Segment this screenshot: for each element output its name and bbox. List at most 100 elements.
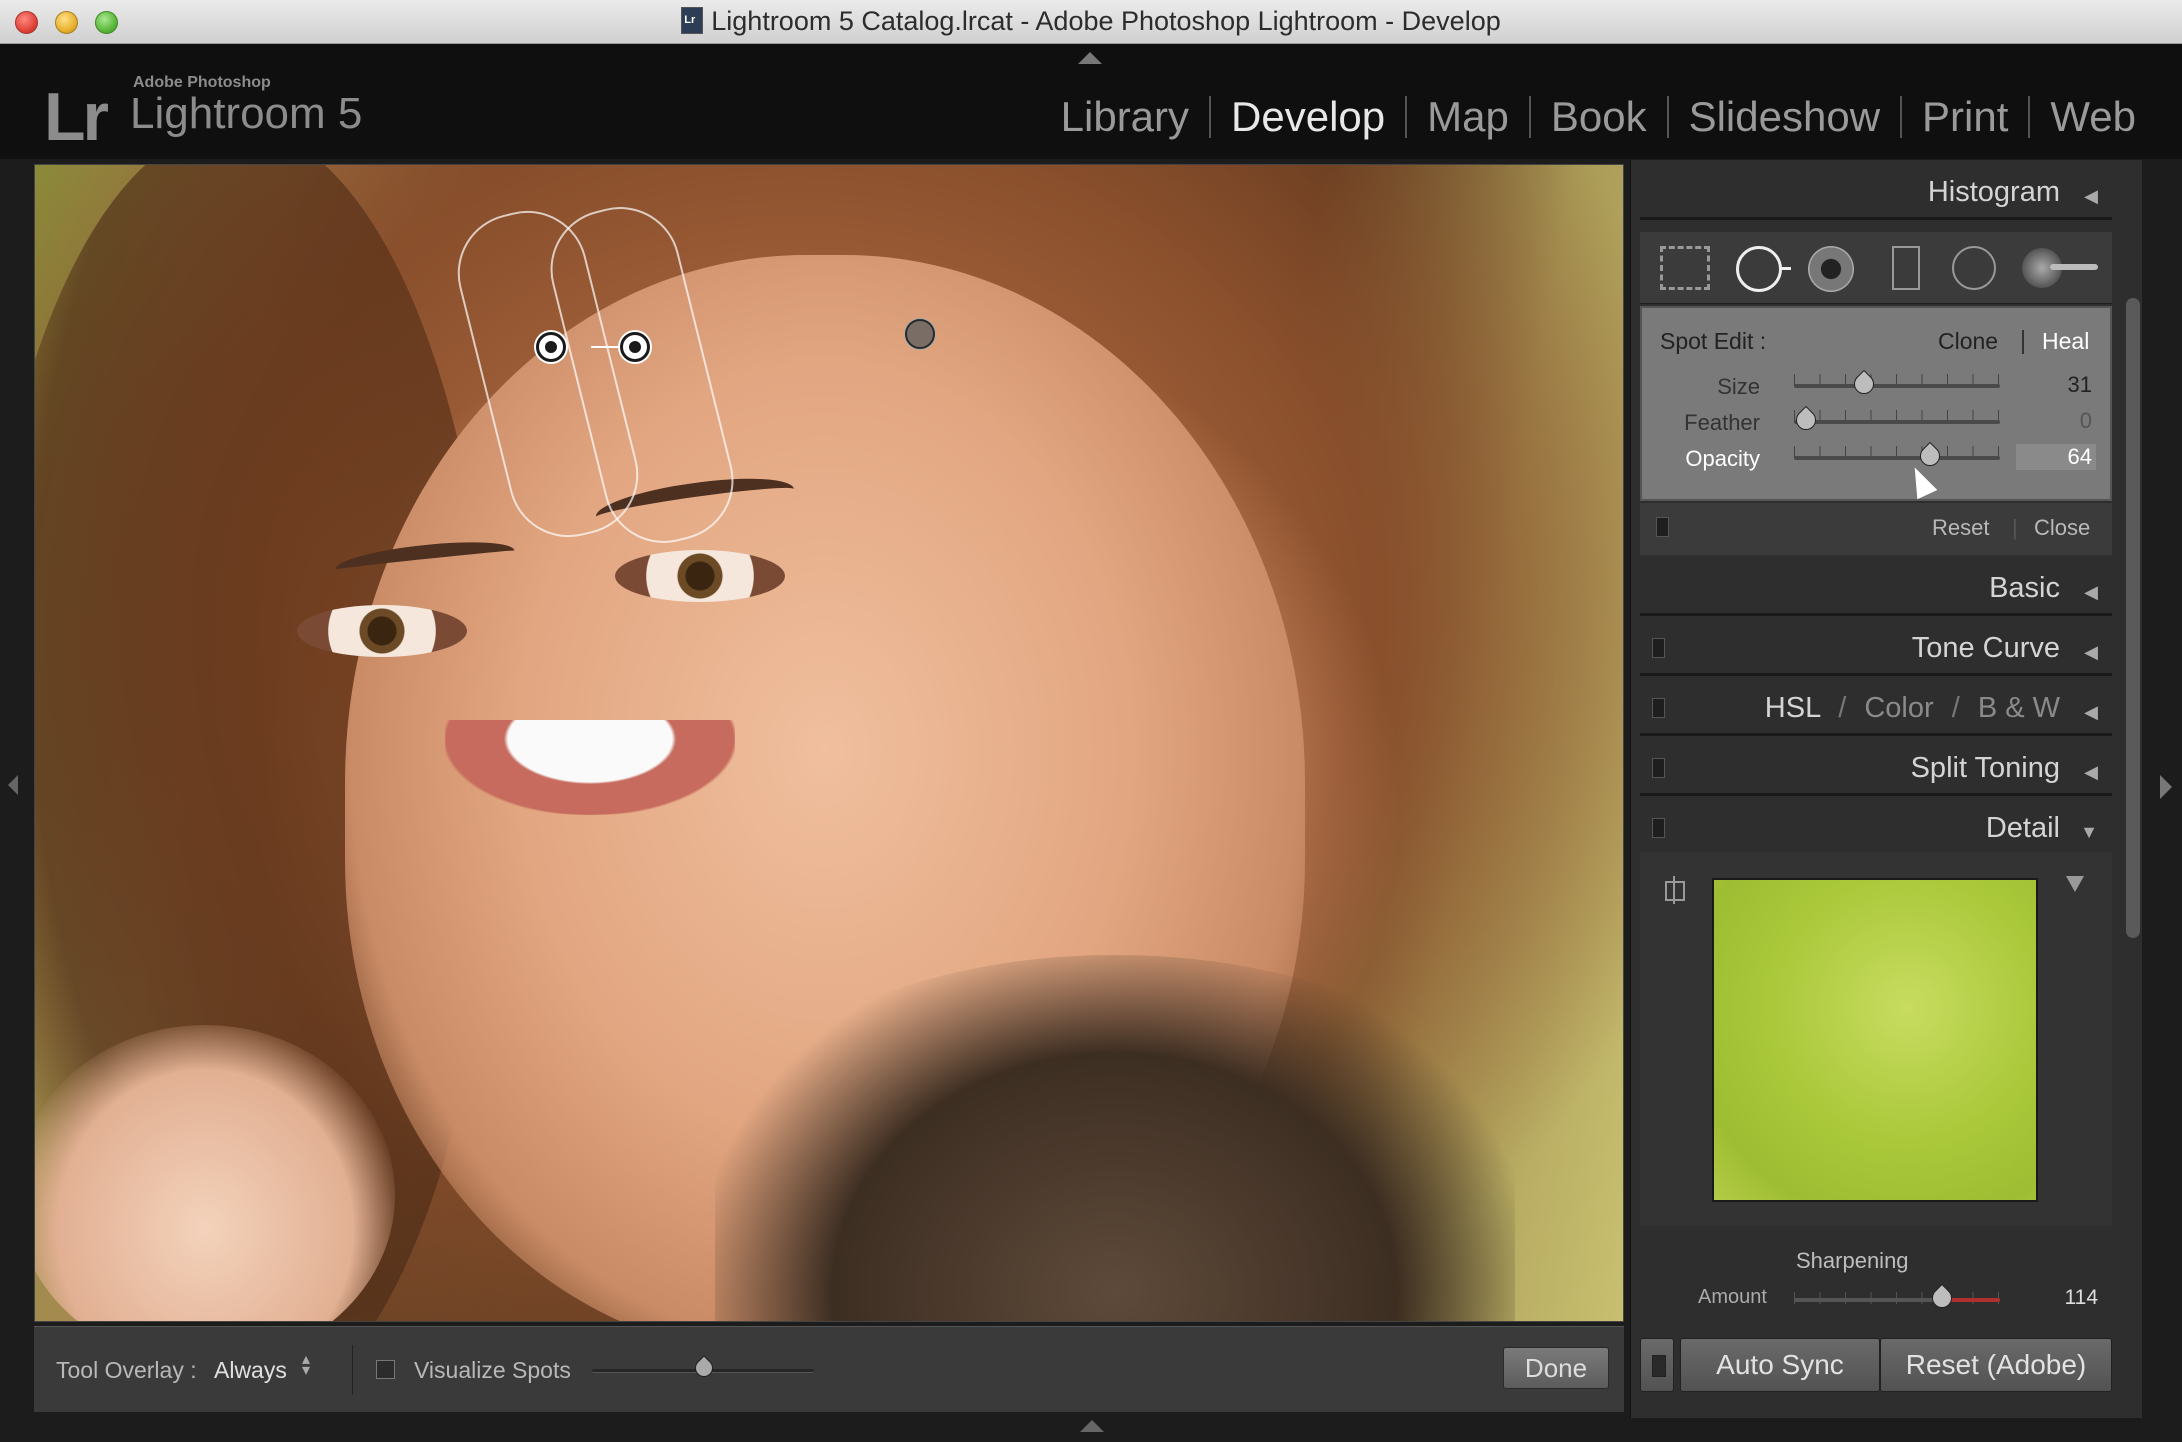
spot-pin-target[interactable] — [620, 332, 650, 362]
basic-header[interactable]: Basic ◀ — [1640, 560, 2112, 616]
tool-overlay-select[interactable]: Always — [214, 1357, 287, 1384]
panel-switch-toggle[interactable] — [1656, 517, 1669, 537]
amount-label: Amount — [1698, 1286, 1767, 1308]
tab-hsl[interactable]: HSL — [1765, 692, 1820, 724]
collapse-triangle-icon[interactable]: ◀ — [2084, 702, 2098, 723]
tone-curve-header[interactable]: Tone Curve ◀ — [1640, 620, 2112, 676]
histogram-title: Histogram — [1927, 176, 2060, 208]
toolbar-divider — [352, 1345, 353, 1395]
visualize-spots-label: Visualize Spots — [414, 1357, 571, 1383]
module-slideshow[interactable]: Slideshow — [1669, 93, 1900, 141]
feather-slider[interactable] — [1794, 420, 2000, 424]
graduated-filter-icon[interactable] — [1892, 246, 1920, 290]
size-value[interactable]: 31 — [2016, 372, 2096, 398]
photo-smile — [445, 720, 735, 815]
visualize-spots-checkbox[interactable] — [376, 1360, 395, 1379]
split-toning-switch[interactable] — [1652, 758, 1665, 778]
module-print[interactable]: Print — [1902, 93, 2028, 141]
split-toning-title: Split Toning — [1910, 752, 2060, 784]
collapse-triangle-icon[interactable]: ◀ — [2084, 582, 2098, 603]
opacity-label: Opacity — [1685, 446, 1760, 471]
spot-edit-panel: Spot Edit : Clone Heal Size 31 Feather 0… — [1640, 306, 2112, 501]
detail-header[interactable]: Detail ▼ — [1640, 800, 2112, 856]
basic-title: Basic — [1989, 572, 2060, 604]
updown-arrows-icon[interactable]: ▴ ▾ — [302, 1352, 310, 1379]
tool-strip — [1640, 232, 2112, 304]
module-library[interactable]: Library — [1041, 93, 1209, 141]
sharpening-title: Sharpening — [1796, 1248, 1909, 1273]
visualize-threshold-slider[interactable] — [592, 1355, 814, 1381]
panel-bottom-bar: Auto Sync Reset (Adobe) — [1640, 1338, 2112, 1398]
heal-mode-button[interactable]: Heal — [2042, 328, 2089, 355]
opacity-value[interactable]: 64 — [2016, 444, 2096, 470]
window-title-wrap: Lightroom 5 Catalog.lrcat - Adobe Photos… — [0, 6, 2182, 37]
tab-color[interactable]: Color — [1864, 692, 1933, 724]
done-button[interactable]: Done — [1503, 1347, 1609, 1389]
auto-sync-button[interactable]: Auto Sync — [1680, 1338, 1880, 1392]
expanded-triangle-icon[interactable]: ▼ — [2080, 822, 2098, 843]
mode-divider — [2022, 330, 2024, 354]
preview-toggle-triangle-icon[interactable] — [2066, 876, 2084, 892]
module-book[interactable]: Book — [1531, 93, 1667, 141]
tone-curve-title: Tone Curve — [1911, 632, 2060, 664]
right-panel-scrollbar[interactable] — [2126, 298, 2140, 938]
tab-separator: / — [1951, 692, 1960, 724]
lightroom-logo: Lr — [44, 79, 109, 155]
module-map[interactable]: Map — [1407, 93, 1529, 141]
spot-edit-footer: Reset | Close — [1640, 503, 2112, 555]
catalog-document-icon — [681, 7, 704, 34]
reset-adobe-button[interactable]: Reset (Adobe) — [1880, 1338, 2112, 1392]
size-slider[interactable] — [1794, 384, 2000, 388]
collapse-triangle-icon[interactable]: ◀ — [2084, 642, 2098, 663]
tab-separator: / — [1838, 692, 1847, 724]
detail-switch[interactable] — [1652, 818, 1665, 838]
tool-overlay-label: Tool Overlay : — [56, 1357, 197, 1383]
mouse-cursor-icon — [1904, 462, 1938, 500]
expand-filmstrip-icon[interactable] — [1080, 1420, 1104, 1432]
hsl-header[interactable]: HSL / Color / B & W ◀ — [1640, 680, 2112, 736]
opacity-slider[interactable] — [1794, 456, 2000, 460]
module-web[interactable]: Web — [2030, 93, 2156, 141]
hsl-switch[interactable] — [1652, 698, 1665, 718]
size-label: Size — [1717, 374, 1760, 399]
window-titlebar: Lightroom 5 Catalog.lrcat - Adobe Photos… — [0, 0, 2182, 44]
photo-canvas[interactable] — [34, 164, 1624, 1322]
crop-tool-icon[interactable] — [1660, 246, 1710, 290]
detail-title: Detail — [1985, 812, 2060, 844]
feather-value[interactable]: 0 — [2016, 408, 2096, 434]
develop-toolbar: Tool Overlay : Always ▴ ▾ Visualize Spots… — [34, 1326, 1624, 1412]
spot-pin-inactive[interactable] — [905, 319, 935, 349]
spot-pin-source[interactable] — [536, 332, 566, 362]
histogram-header[interactable]: Histogram ◀ — [1640, 164, 2112, 220]
hsl-tabs: HSL / Color / B & W — [1765, 692, 2060, 725]
amount-value[interactable]: 114 — [2040, 1286, 2098, 1310]
photo-eye — [615, 550, 785, 602]
sync-mode-toggle[interactable] — [1640, 1338, 1674, 1392]
tone-curve-switch[interactable] — [1652, 638, 1665, 658]
expand-right-panel-icon[interactable] — [2160, 775, 2172, 799]
detail-preview[interactable] — [1712, 878, 2038, 1202]
detail-target-icon[interactable] — [1660, 876, 1688, 904]
spot-removal-tool-icon[interactable] — [1736, 246, 1791, 292]
spot-close-button[interactable]: Close — [2034, 515, 2090, 541]
expand-left-panel-icon[interactable] — [8, 775, 18, 795]
window-title: Lightroom 5 Catalog.lrcat - Adobe Photos… — [711, 6, 1501, 36]
collapse-triangle-icon[interactable]: ◀ — [2084, 762, 2098, 783]
module-develop[interactable]: Develop — [1211, 93, 1405, 141]
collapse-top-panel-icon[interactable] — [1078, 52, 1102, 64]
spot-reset-button[interactable]: Reset — [1932, 515, 1989, 541]
radial-filter-icon[interactable] — [1952, 246, 1996, 290]
collapse-triangle-icon[interactable]: ◀ — [2084, 186, 2098, 207]
spot-edit-label: Spot Edit : — [1660, 328, 1767, 354]
amount-slider[interactable] — [1794, 1298, 2000, 1302]
photo-eye — [297, 605, 467, 657]
module-nav: Library Develop Map Book Slideshow Print… — [1041, 93, 2156, 141]
feather-label: Feather — [1684, 410, 1760, 435]
red-eye-tool-icon[interactable] — [1808, 246, 1854, 292]
tab-bw[interactable]: B & W — [1978, 692, 2060, 724]
clone-mode-button[interactable]: Clone — [1938, 328, 1998, 355]
brand-title: Lightroom 5 — [130, 89, 363, 138]
adjustment-brush-icon[interactable] — [2020, 246, 2100, 290]
split-toning-header[interactable]: Split Toning ◀ — [1640, 740, 2112, 796]
footer-divider: | — [2012, 515, 2018, 540]
